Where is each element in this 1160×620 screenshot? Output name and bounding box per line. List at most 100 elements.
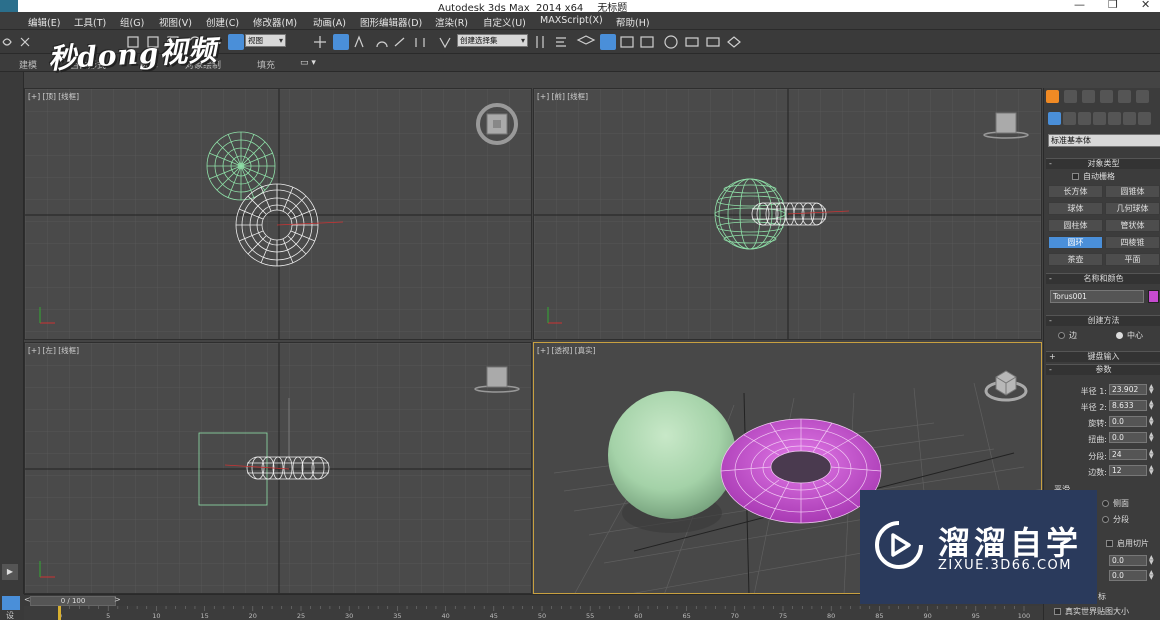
- keyboard-entry-rollout[interactable]: + 键盘输入: [1046, 351, 1160, 362]
- auto-grid-checkbox[interactable]: 自动栅格: [1072, 171, 1115, 182]
- modify-tab-icon[interactable]: [1064, 90, 1077, 103]
- real-world-map-checkbox[interactable]: 真实世界贴图大小: [1054, 606, 1129, 617]
- ribbon-tab-modeling[interactable]: 建模: [19, 58, 37, 71]
- menu-views[interactable]: 视图(V): [159, 15, 192, 29]
- current-frame-marker[interactable]: [58, 606, 61, 620]
- object-name-input[interactable]: Torus001: [1050, 290, 1144, 303]
- torus-button[interactable]: 圆环: [1048, 236, 1103, 249]
- ruler-tick-label: 20: [249, 612, 257, 620]
- smooth-sides-radio[interactable]: 侧面: [1102, 498, 1129, 509]
- twist-input[interactable]: 0.0: [1109, 432, 1147, 443]
- box-button[interactable]: 长方体: [1048, 185, 1103, 198]
- tube-button[interactable]: 管状体: [1105, 219, 1160, 232]
- menu-modifiers[interactable]: 修改器(M): [253, 15, 297, 29]
- viewport-front[interactable]: [+] [前] [线框]: [533, 88, 1042, 340]
- radius2-input[interactable]: 8.633: [1109, 400, 1147, 411]
- rotation-spinner[interactable]: ▲ ▼: [1149, 416, 1154, 427]
- scene-explorer-button[interactable]: [600, 34, 616, 50]
- track-bar-ruler: 0510152025303540455055606570758085909510…: [58, 606, 1030, 620]
- parameters-rollout[interactable]: - 参数: [1046, 364, 1160, 375]
- track-bar[interactable]: 0510152025303540455055606570758085909510…: [24, 606, 1043, 620]
- reference-coord-select[interactable]: 视图: [245, 34, 286, 47]
- hierarchy-tab-icon[interactable]: [1082, 90, 1095, 103]
- object-color-swatch[interactable]: [1148, 290, 1159, 303]
- viewport-left-label[interactable]: [+] [左] [线框]: [28, 345, 79, 356]
- move-icon: [314, 36, 326, 48]
- smooth-segments-radio[interactable]: 分段: [1102, 514, 1129, 525]
- slice-to-input[interactable]: 0.0: [1109, 570, 1147, 581]
- rotation-input[interactable]: 0.0: [1109, 416, 1147, 427]
- minimize-button[interactable]: —: [1074, 0, 1085, 11]
- radius2-spinner[interactable]: ▲ ▼: [1149, 400, 1154, 411]
- plane-button[interactable]: 平面: [1105, 253, 1160, 266]
- brand-watermark: 溜溜自学 ZIXUE.3D66.COM: [860, 490, 1097, 604]
- segments-input[interactable]: 24: [1109, 449, 1147, 460]
- viewport-left[interactable]: [+] [左] [线框]: [24, 342, 532, 594]
- viewport-layout-icon[interactable]: [2, 596, 20, 610]
- menu-graph-editors[interactable]: 图形编辑器(D): [360, 15, 422, 29]
- creation-center-radio[interactable]: 中心: [1116, 330, 1143, 341]
- named-selection-sets[interactable]: 创建选择集: [457, 34, 528, 47]
- menu-rendering[interactable]: 渲染(R): [435, 15, 468, 29]
- auto-grid-label: 自动栅格: [1083, 172, 1115, 181]
- menu-animation[interactable]: 动画(A): [313, 15, 346, 29]
- name-color-rollout[interactable]: - 名称和颜色: [1046, 273, 1160, 284]
- slice-on-checkbox[interactable]: 启用切片: [1106, 538, 1149, 549]
- object-type-rollout[interactable]: - 对象类型: [1046, 158, 1160, 169]
- slice-to-spinner[interactable]: ▲ ▼: [1149, 570, 1154, 581]
- category-dropdown[interactable]: 标准基本体: [1048, 134, 1160, 147]
- sides-input[interactable]: 12: [1109, 465, 1147, 476]
- shapes-icon[interactable]: [1063, 112, 1076, 125]
- ribbon-options-icon[interactable]: ▭ ▾: [300, 58, 316, 68]
- next-frame-icon[interactable]: >: [114, 595, 121, 604]
- ribbon-tab-populate[interactable]: 填充: [257, 58, 275, 71]
- teapot-button[interactable]: 茶壶: [1048, 253, 1103, 266]
- slice-from-spinner[interactable]: ▲ ▼: [1149, 555, 1154, 566]
- cone-button[interactable]: 圆锥体: [1105, 185, 1160, 198]
- display-tab-icon[interactable]: [1118, 90, 1131, 103]
- sides-spinner[interactable]: ▲ ▼: [1149, 465, 1154, 476]
- menu-help[interactable]: 帮助(H): [616, 15, 650, 29]
- space-warps-icon[interactable]: [1123, 112, 1136, 125]
- viewport-front-label[interactable]: [+] [前] [线框]: [537, 91, 588, 102]
- maximize-button[interactable]: ❐: [1108, 0, 1118, 11]
- rotation-label: 旋转:: [1088, 419, 1107, 428]
- creation-method-rollout[interactable]: - 创建方法: [1046, 315, 1160, 326]
- cylinder-button[interactable]: 圆柱体: [1048, 219, 1103, 232]
- menu-tools[interactable]: 工具(T): [74, 15, 106, 29]
- menu-create[interactable]: 创建(C): [206, 15, 239, 29]
- command-tabs: [1044, 88, 1160, 106]
- motion-tab-icon[interactable]: [1100, 90, 1113, 103]
- cameras-icon[interactable]: [1093, 112, 1106, 125]
- menu-maxscript[interactable]: MAXScript(X): [540, 15, 603, 26]
- geometry-icon[interactable]: [1048, 112, 1061, 125]
- radius1-spinner[interactable]: ▲ ▼: [1149, 384, 1154, 395]
- pyramid-button[interactable]: 四棱锥: [1105, 236, 1160, 249]
- torus-shaded: [720, 418, 882, 524]
- utilities-tab-icon[interactable]: [1136, 90, 1149, 103]
- close-button[interactable]: ✕: [1141, 0, 1150, 11]
- menu-edit[interactable]: 编辑(E): [28, 15, 60, 29]
- viewport-top-label[interactable]: [+] [顶] [线框]: [28, 91, 79, 102]
- expand-arrow-icon[interactable]: ▶: [2, 564, 18, 580]
- select-move-button[interactable]: [333, 34, 349, 50]
- percent-snap-icon: [394, 37, 405, 47]
- slice-from-input[interactable]: 0.0: [1109, 555, 1147, 566]
- menu-customize[interactable]: 自定义(U): [483, 15, 526, 29]
- systems-icon[interactable]: [1138, 112, 1151, 125]
- helpers-icon[interactable]: [1108, 112, 1121, 125]
- create-tab-icon[interactable]: [1046, 90, 1059, 103]
- spinner-snap-icon: [415, 38, 425, 47]
- creation-edge-radio[interactable]: 边: [1058, 330, 1077, 341]
- lights-icon[interactable]: [1078, 112, 1091, 125]
- segments-spinner[interactable]: ▲ ▼: [1149, 449, 1154, 460]
- geosphere-button[interactable]: 几何球体: [1105, 202, 1160, 215]
- viewport-top[interactable]: [+] [顶] [线框]: [24, 88, 532, 340]
- menu-group[interactable]: 组(G): [120, 15, 144, 29]
- radius1-input[interactable]: 23.902: [1109, 384, 1147, 395]
- viewport-perspective-label[interactable]: [+] [透视] [真实]: [537, 345, 596, 356]
- twist-spinner[interactable]: ▲ ▼: [1149, 432, 1154, 443]
- sphere-button[interactable]: 球体: [1048, 202, 1103, 215]
- time-slider[interactable]: 0 / 100: [30, 596, 116, 606]
- select-object-button[interactable]: [228, 34, 244, 50]
